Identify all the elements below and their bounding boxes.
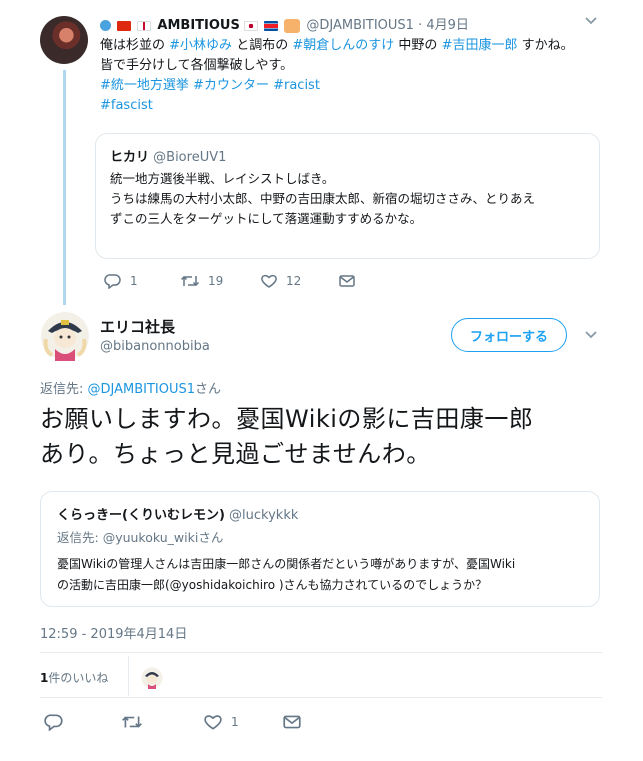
retweet-count: 19 (208, 274, 224, 288)
tweet-timestamp[interactable]: 12:59 - 2019年4月14日 (40, 623, 187, 642)
quote2-handle: @luckykkk (229, 508, 299, 523)
tweet2-text-line: お願いしますわ。憂国Wikiの影に吉田康一郎 (40, 405, 534, 433)
flag-icons (100, 18, 157, 33)
reply-button[interactable]: 1 (104, 273, 138, 289)
quote2-reply-handle: @yuukoku_wiki (102, 530, 199, 545)
liker-avatar[interactable] (141, 667, 163, 689)
quote2-line: 憂国Wikiの管理人さんは吉田康一郎さんの関係者だという噂がありますが、憂国Wi… (57, 557, 516, 571)
avatar-eriko[interactable] (40, 311, 90, 361)
tweet2-handle[interactable]: @bibanonnobiba (100, 339, 210, 354)
reply-to-line: 返信先: @DJAMBITIOUS1さん (40, 378, 221, 397)
avatar-ambitious[interactable] (40, 16, 88, 64)
dm-icon (338, 273, 356, 289)
tweet1-line2: 皆で手分けして各個撃破しやす。 (100, 58, 294, 73)
quote1-line: ずこの三人をターゲットにして落選運動すすめるかな。 (110, 211, 423, 226)
quote1-body: 統一地方選後半戦、レイシストしばき。 うちは練馬の大村小太郎、中野の吉田康太郎、… (110, 169, 535, 229)
quote2-line: の活動に吉田康一郎(@yoshidakoichiro )さんも協力されているので… (57, 578, 488, 592)
vertical-divider (128, 656, 129, 696)
reply-icon (44, 713, 64, 731)
hashtag-link[interactable]: #カウンター (193, 78, 269, 93)
tweet1-hashtag-last: #fascist (100, 96, 574, 116)
like-button[interactable]: 1 (203, 713, 239, 731)
text-segment: 中野の (398, 38, 438, 53)
hashtag-link[interactable]: #racist (273, 78, 320, 93)
tweet2-text-line: あり。ちょっと見過ごせませんわ。 (40, 440, 431, 468)
like-count: 12 (286, 274, 302, 288)
divider (40, 697, 602, 698)
likes-label: 件のいいね (48, 671, 109, 685)
tweet1-line1: 俺は杉並の #小林ゆみ と調布の #朝倉しんのすけ 中野の #吉田康一郎 すかね… (100, 36, 574, 56)
quoted-tweet-luckykkk[interactable]: くらっきー(くりいむレモン) @luckykkk 返信先: @yuukoku_w… (40, 491, 600, 607)
quote2-body: 憂国Wikiの管理人さんは吉田康一郎さんの関係者だという噂がありますが、憂国Wi… (57, 554, 515, 596)
quote1-handle: @BioreUV1 (153, 150, 227, 165)
like-count: 1 (231, 715, 239, 729)
hashtag-link[interactable]: #統一地方選挙 (100, 78, 189, 93)
reply-to-prefix: 返信先: (40, 382, 88, 397)
quote1-line: うちは練馬の大村小太郎、中野の吉田康太郎、新宿の堀切ささみ、とりあえ (110, 191, 536, 206)
like-button[interactable]: 12 (260, 273, 301, 289)
retweet-icon (180, 273, 200, 289)
hashtag-link[interactable]: #fascist (100, 98, 153, 113)
quote2-reply-to: 返信先: @yuukoku_wikiさん (57, 527, 223, 546)
tweet2-display-name[interactable]: エリコ社長 (100, 316, 175, 337)
dm-icon (282, 713, 302, 731)
hashtag-link[interactable]: #吉田康一郎 (442, 38, 518, 53)
caret-down-icon[interactable] (584, 16, 598, 26)
quote2-header: くらっきー(くりいむレモン) @luckykkk (57, 504, 298, 523)
hashtag-link[interactable]: #朝倉しんのすけ (292, 38, 394, 53)
flag-icons-2 (243, 18, 306, 33)
likes-summary[interactable]: 1件のいいね (40, 669, 108, 686)
caret-down-icon[interactable] (584, 330, 598, 340)
reply-icon (104, 273, 122, 289)
quote2-reply-suffix: さん (198, 530, 224, 545)
quoted-tweet-hikari[interactable]: ヒカリ @BioreUV1 統一地方選後半戦、レイシストしばき。 うちは練馬の大… (95, 133, 600, 259)
follow-button[interactable]: フォローする (451, 318, 567, 352)
quote1-name: ヒカリ (110, 150, 150, 165)
quote1-header: ヒカリ @BioreUV1 (110, 146, 226, 165)
tweet1-display-name[interactable]: AMBITIOUS (157, 18, 239, 33)
tweet1-hashtags: #統一地方選挙 #カウンター #racist (100, 76, 574, 96)
hashtag-link[interactable]: #小林ゆみ (169, 38, 232, 53)
quote2-name: くらっきー(くりいむレモン) (57, 508, 225, 523)
tweet1-handle[interactable]: @DJAMBITIOUS1 (306, 18, 414, 33)
tweet1-date[interactable]: · 4月9日 (418, 18, 469, 33)
dm-button[interactable] (282, 713, 302, 731)
divider (40, 652, 602, 653)
retweet-button[interactable] (121, 713, 151, 731)
retweet-button[interactable]: 19 (180, 273, 223, 289)
text-segment: すかね。 (521, 38, 574, 53)
text-segment: 俺は杉並の (100, 38, 166, 53)
quote2-reply-prefix: 返信先: (57, 530, 103, 545)
quote1-line: 統一地方選後半戦、レイシストしばき。 (110, 171, 335, 186)
reply-to-suffix: さん (195, 382, 222, 397)
tweet2-text: お願いしますわ。憂国Wikiの影に吉田康一郎 あり。ちょっと見過ごせませんわ。 (40, 402, 533, 472)
thread-connector-line (63, 70, 66, 305)
reply-count: 1 (130, 274, 138, 288)
retweet-icon (121, 713, 143, 731)
reply-button[interactable] (44, 713, 72, 731)
reply-to-handle-link[interactable]: @DJAMBITIOUS1 (88, 382, 196, 397)
heart-icon (260, 273, 278, 289)
text-segment: と調布の (236, 38, 289, 53)
tweet1-header: AMBITIOUS @DJAMBITIOUS1 · 4月9日 (100, 14, 469, 33)
heart-icon (203, 713, 223, 731)
dm-button[interactable] (338, 273, 356, 289)
tweet1-text: 俺は杉並の #小林ゆみ と調布の #朝倉しんのすけ 中野の #吉田康一郎 すかね… (100, 36, 574, 116)
